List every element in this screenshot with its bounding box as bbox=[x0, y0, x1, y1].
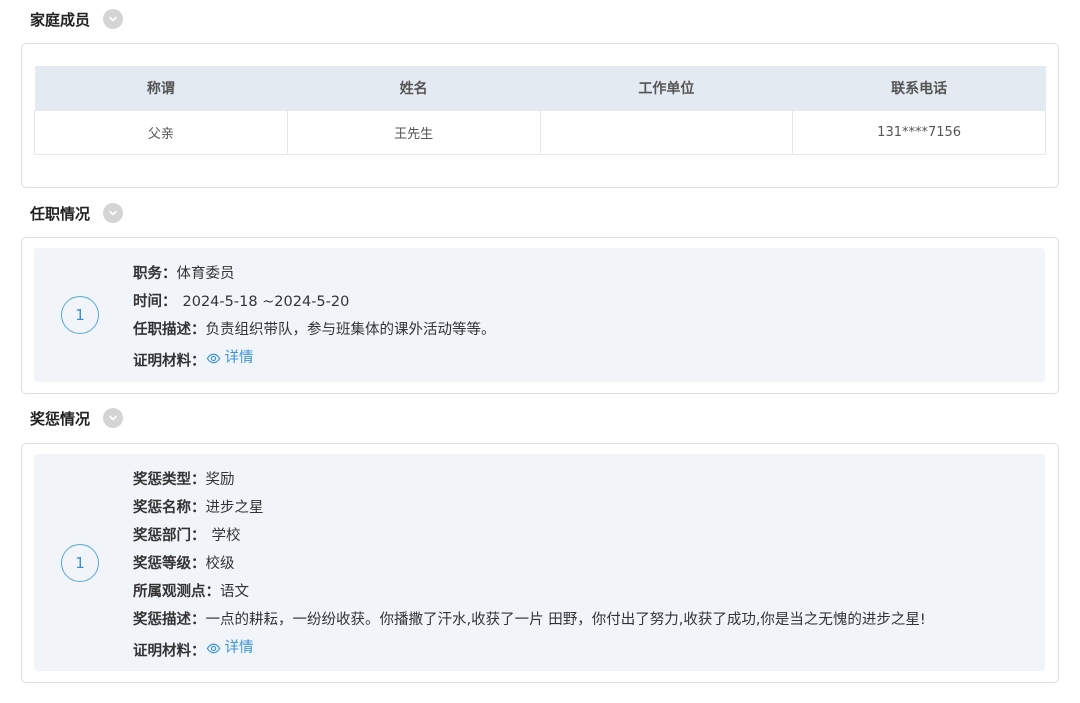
family-section-title: 家庭成员 bbox=[30, 10, 91, 29]
positions-card: 1 职务：体育委员 时间： 2024-5-18 ~2024-5-20 任职描述：负… bbox=[21, 237, 1059, 394]
positions-section-header: 任职情况 bbox=[30, 202, 124, 224]
item-index-badge: 1 bbox=[61, 296, 99, 334]
cell-title: 父亲 bbox=[34, 109, 288, 155]
eye-icon bbox=[206, 643, 220, 653]
proof-detail-link-label: 详情 bbox=[224, 350, 254, 366]
award-dept-label: 奖惩部门： bbox=[133, 528, 206, 544]
description-row: 任职描述：负责组织带队，参与班集体的课外活动等等。 bbox=[133, 316, 496, 344]
award-level-label: 奖惩等级： bbox=[133, 556, 206, 572]
proof-detail-link[interactable]: 详情 bbox=[206, 344, 254, 372]
family-card: 称谓 姓名 工作单位 联系电话 父亲 王先生 131****7156 bbox=[21, 43, 1059, 188]
description-label: 任职描述： bbox=[133, 322, 206, 338]
chevron-down-icon bbox=[109, 210, 117, 216]
award-point-row: 所属观测点：语文 bbox=[133, 578, 926, 606]
cell-workplace bbox=[539, 109, 794, 155]
award-proof-detail-link[interactable]: 详情 bbox=[206, 634, 254, 662]
time-label: 时间： bbox=[133, 294, 177, 310]
time-row: 时间： 2024-5-18 ~2024-5-20 bbox=[133, 288, 496, 316]
award-description-value: 一点的耕耘，一纷纷收获。你播撒了汗水,收获了一片 田野，你付出了努力,收获了成功… bbox=[205, 612, 926, 628]
award-name-value: 进步之星 bbox=[205, 500, 264, 516]
table-row: 父亲 王先生 131****7156 bbox=[34, 109, 1046, 155]
award-point-label: 所属观测点： bbox=[133, 584, 220, 600]
award-type-label: 奖惩类型： bbox=[133, 472, 206, 488]
award-type-row: 奖惩类型：奖励 bbox=[133, 466, 926, 494]
award-item: 1 奖惩类型：奖励 奖惩名称：进步之星 奖惩部门： 学校 奖惩等级：校级 所属观测… bbox=[34, 454, 1045, 671]
column-header-phone: 联系电话 bbox=[792, 66, 1046, 110]
award-name-row: 奖惩名称：进步之星 bbox=[133, 494, 926, 522]
chevron-down-icon bbox=[109, 415, 117, 421]
award-level-value: 校级 bbox=[205, 556, 235, 572]
eye-icon bbox=[206, 353, 220, 363]
item-index-badge: 1 bbox=[61, 544, 99, 582]
awards-section-header: 奖惩情况 bbox=[30, 407, 124, 429]
award-proof-detail-link-label: 详情 bbox=[224, 640, 254, 656]
awards-card: 1 奖惩类型：奖励 奖惩名称：进步之星 奖惩部门： 学校 奖惩等级：校级 所属观测… bbox=[21, 443, 1059, 683]
award-proof-row: 证明材料： 详情 bbox=[133, 634, 926, 662]
award-type-value: 奖励 bbox=[205, 472, 235, 488]
awards-section-title: 奖惩情况 bbox=[30, 409, 91, 428]
award-dept-value: 学校 bbox=[211, 528, 241, 544]
table-header-row: 称谓 姓名 工作单位 联系电话 bbox=[34, 66, 1046, 110]
column-header-name: 姓名 bbox=[287, 66, 540, 110]
awards-collapse-toggle[interactable] bbox=[103, 408, 124, 428]
proof-row: 证明材料： 详情 bbox=[133, 344, 496, 372]
award-details: 奖惩类型：奖励 奖惩名称：进步之星 奖惩部门： 学校 奖惩等级：校级 所属观测点：… bbox=[133, 466, 926, 662]
positions-section-title: 任职情况 bbox=[30, 204, 91, 223]
positions-collapse-toggle[interactable] bbox=[103, 203, 124, 223]
position-item: 1 职务：体育委员 时间： 2024-5-18 ~2024-5-20 任职描述：负… bbox=[34, 248, 1045, 382]
family-section-header: 家庭成员 bbox=[30, 8, 124, 30]
award-dept-row: 奖惩部门： 学校 bbox=[133, 522, 926, 550]
award-description-row: 奖惩描述：一点的耕耘，一纷纷收获。你播撒了汗水,收获了一片 田野，你付出了努力,… bbox=[133, 606, 926, 634]
duty-label: 职务： bbox=[133, 266, 177, 282]
proof-label: 证明材料： bbox=[133, 353, 206, 370]
duty-value: 体育委员 bbox=[176, 266, 235, 282]
position-details: 职务：体育委员 时间： 2024-5-18 ~2024-5-20 任职描述：负责组… bbox=[133, 260, 496, 372]
award-level-row: 奖惩等级：校级 bbox=[133, 550, 926, 578]
column-header-title: 称谓 bbox=[34, 66, 288, 110]
award-name-label: 奖惩名称： bbox=[133, 500, 206, 516]
family-collapse-toggle[interactable] bbox=[103, 9, 124, 29]
cell-name: 王先生 bbox=[286, 109, 541, 155]
family-table: 称谓 姓名 工作单位 联系电话 父亲 王先生 131****7156 bbox=[34, 66, 1046, 155]
time-value: 2024-5-18 ~2024-5-20 bbox=[182, 294, 350, 310]
column-header-workplace: 工作单位 bbox=[540, 66, 793, 110]
chevron-down-icon bbox=[109, 16, 117, 22]
duty-row: 职务：体育委员 bbox=[133, 260, 496, 288]
cell-phone: 131****7156 bbox=[792, 109, 1046, 155]
description-value: 负责组织带队，参与班集体的课外活动等等。 bbox=[205, 322, 496, 338]
award-proof-label: 证明材料： bbox=[133, 643, 206, 660]
award-description-label: 奖惩描述： bbox=[133, 612, 206, 628]
award-point-value: 语文 bbox=[220, 584, 249, 600]
